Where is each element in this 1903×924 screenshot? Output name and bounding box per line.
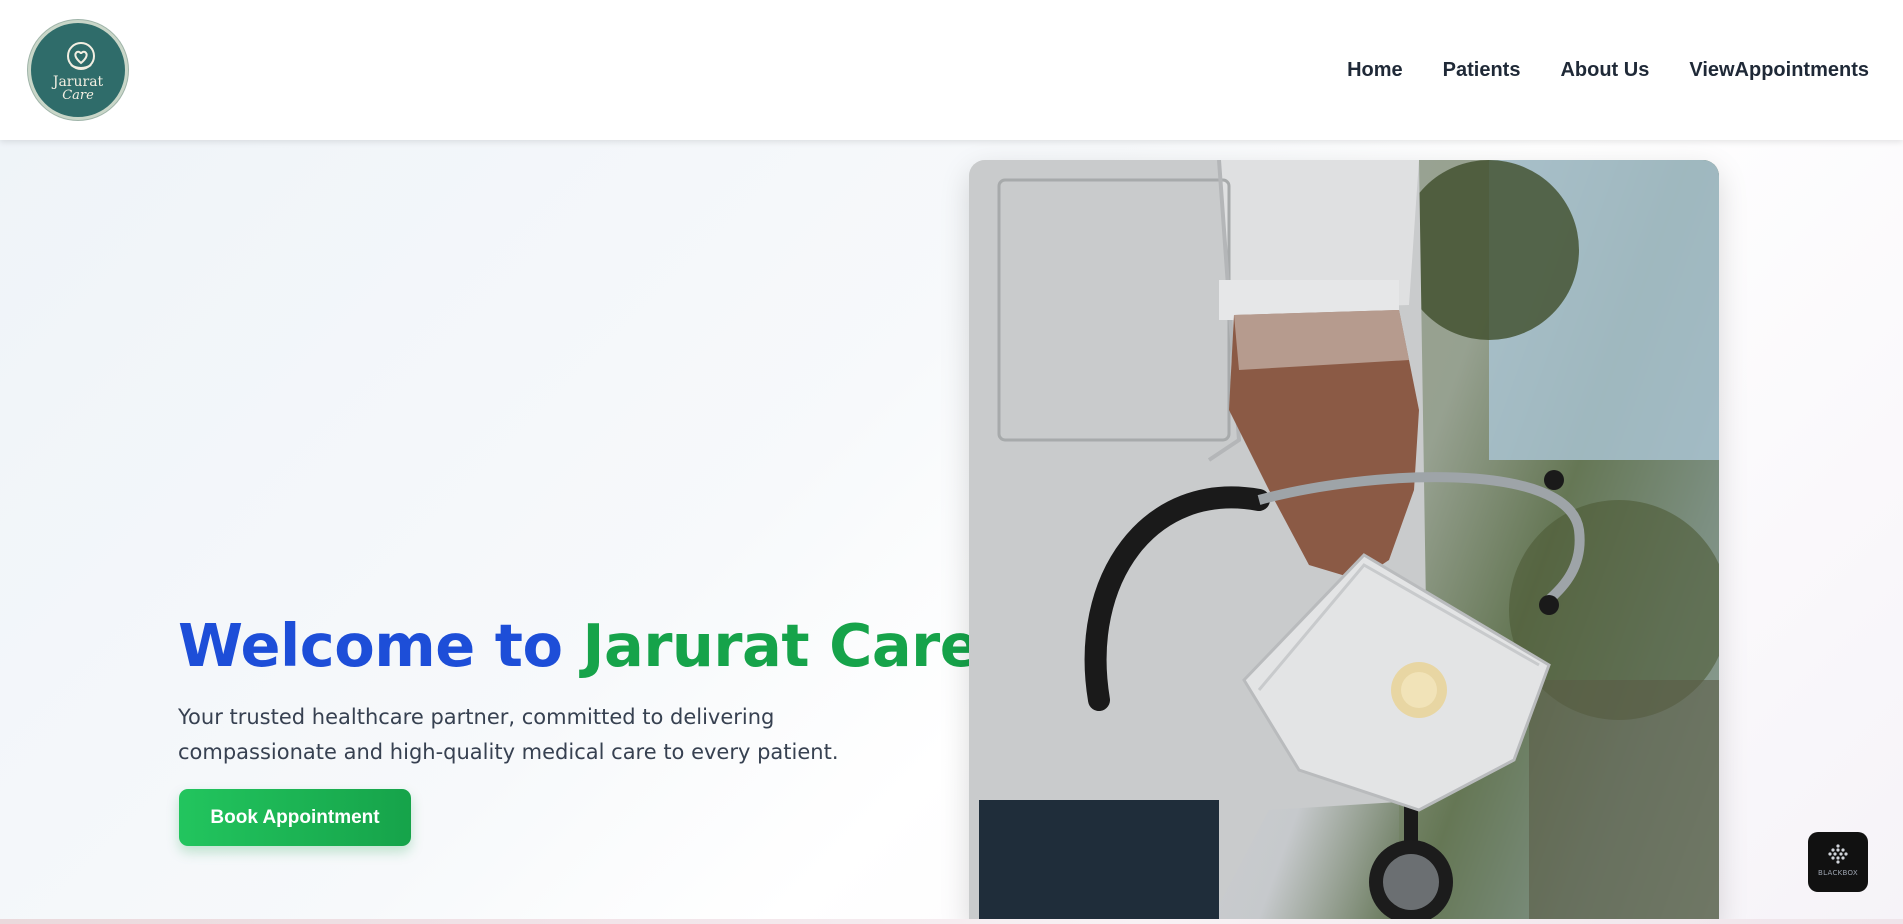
main-nav: Home Patients About Us ViewAppointments	[1347, 58, 1869, 82]
navbar: Jarurat Care Home Patients About Us View…	[0, 0, 1903, 140]
brand-logo[interactable]: Jarurat Care	[28, 20, 128, 120]
hero-title-welcome: Welcome to	[178, 611, 563, 680]
hero-title-brand: Jarurat Care	[582, 611, 980, 680]
blackbox-widget-button[interactable]: BLACKBOX	[1808, 832, 1868, 892]
logo-text-care: Care	[62, 88, 94, 103]
hero-title: Welcome to Jarurat Care	[178, 610, 980, 682]
nav-link-patients[interactable]: Patients	[1443, 58, 1521, 82]
nav-link-view-appointments[interactable]: ViewAppointments	[1689, 58, 1869, 82]
nav-link-home[interactable]: Home	[1347, 58, 1403, 82]
doctor-stethoscope-mask-illustration	[969, 160, 1719, 924]
heart-hand-icon	[67, 42, 95, 70]
hero-text-block: Welcome to Jarurat Care Your trusted hea…	[178, 610, 980, 770]
bottom-edge-strip	[0, 919, 1903, 924]
blackbox-dots-icon	[1828, 844, 1848, 864]
book-appointment-button[interactable]: Book Appointment	[179, 789, 411, 846]
hero-image-doctor	[969, 160, 1719, 924]
hero-subtitle: Your trusted healthcare partner, committ…	[178, 705, 839, 764]
blackbox-label: BLACKBOX	[1818, 869, 1858, 877]
nav-link-about-us[interactable]: About Us	[1560, 58, 1649, 82]
logo-text-jarurat: Jarurat	[52, 74, 104, 90]
